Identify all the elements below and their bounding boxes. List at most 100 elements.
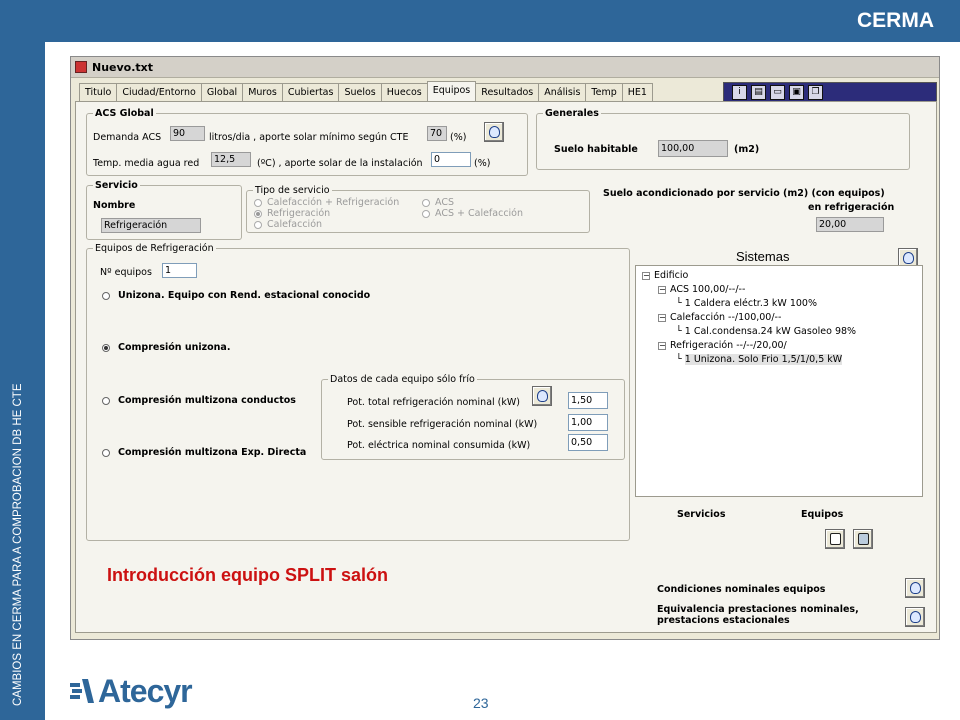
pot-total-input[interactable]: [568, 392, 608, 409]
option-unizona-conocido-label: Unizona. Equipo con Rend. estacional con…: [118, 290, 371, 301]
tab-cubiertas[interactable]: Cubiertas: [281, 83, 340, 101]
temp-agua-suffix: (ºC) , aporte solar de la instalación: [257, 158, 423, 169]
tab-muros[interactable]: Muros: [242, 83, 283, 101]
pot-electrica-input[interactable]: [568, 434, 608, 451]
delete-equipo-icon[interactable]: [853, 529, 873, 549]
tab-analisis[interactable]: Análisis: [538, 83, 587, 101]
tipo-calef-refrig-label: Calefacción + Refrigeración: [267, 197, 400, 208]
tab-ciudad-entorno[interactable]: Ciudad/Entorno: [116, 83, 202, 101]
side-title: CAMBIOS EN CERMA PARA A COMPROBACION DB …: [12, 383, 24, 707]
pot-total-label: Pot. total refrigeración nominal (kW): [347, 397, 520, 408]
save-icon[interactable]: ▣: [789, 85, 804, 100]
tipo-calef-label: Calefacción: [267, 219, 323, 230]
pot-sensible-label: Pot. sensible refrigeración nominal (kW): [347, 419, 538, 430]
option-unizona-conocido-radio[interactable]: [102, 292, 110, 300]
window-titlebar: Nuevo.txt: [71, 57, 939, 78]
demanda-acs-label: Demanda ACS: [93, 132, 162, 143]
brand-title: CERMA: [857, 9, 934, 32]
tipo-refrig-radio[interactable]: [254, 210, 262, 218]
acs-global-title: ACS Global: [95, 108, 154, 119]
atecyr-logo: Atecyr: [70, 672, 193, 709]
datos-equipo-title: Datos de cada equipo sólo frío: [330, 374, 475, 385]
tree-node-calefaccion[interactable]: − Calefacción --/100,00/--: [658, 312, 781, 323]
equivalencia-label-1: Equivalencia prestaciones nominales,: [657, 604, 859, 615]
datos-help-bulb-icon[interactable]: [532, 386, 552, 406]
tipo-calef-radio[interactable]: [254, 221, 262, 229]
tree-node-acs-equipo[interactable]: └ 1 Caldera eléctr.3 kW 100%: [676, 298, 817, 309]
tab-resultados[interactable]: Resultados: [475, 83, 540, 101]
info-icon[interactable]: i: [732, 85, 747, 100]
suelo-habitable-input[interactable]: [658, 140, 728, 157]
slide-top-bar: [0, 0, 960, 42]
toolbar: i ▤ ▭ ▣ ❐: [723, 82, 937, 103]
servicio-title: Servicio: [95, 180, 138, 191]
num-equipos-label: Nº equipos: [100, 267, 152, 278]
tipo-acs-calef-label: ACS + Calefacción: [435, 208, 524, 219]
tree-node-acs[interactable]: − ACS 100,00/--/--: [658, 284, 745, 295]
option-multizona-expdirecta-radio[interactable]: [102, 449, 110, 457]
demanda-acs-input[interactable]: [170, 126, 205, 141]
tree-node-calefaccion-equipo[interactable]: └ 1 Cal.condensa.24 kW Gasoleo 98%: [676, 326, 856, 337]
en-refrigeracion-label: en refrigeración: [808, 202, 895, 213]
help-bulb-icon[interactable]: [484, 122, 504, 142]
tab-bar: Titulo Ciudad/Entorno Global Muros Cubie…: [79, 81, 653, 101]
tipo-servicio-title: Tipo de servicio: [255, 185, 330, 196]
temp-agua-input[interactable]: [211, 152, 251, 167]
nombre-input[interactable]: [101, 218, 201, 233]
generales-title: Generales: [545, 108, 599, 119]
tree-node-edificio[interactable]: − Edificio: [642, 270, 688, 281]
option-multizona-expdirecta-label: Compresión multizona Exp. Directa: [118, 447, 307, 458]
tipo-acs-calef-radio[interactable]: [422, 210, 430, 218]
aporte-instalacion-input[interactable]: [431, 152, 471, 167]
tipo-acs-label: ACS: [435, 197, 454, 208]
equivalencia-label-2: prestacions estacionales: [657, 615, 790, 626]
suelo-habitable-label: Suelo habitable: [554, 144, 638, 155]
atecyr-logo-text: Atecyr: [98, 672, 193, 709]
equivalencia-help-bulb-icon[interactable]: [905, 607, 925, 627]
tab-equipos[interactable]: Equipos: [426, 81, 477, 101]
option-compresion-unizona-radio[interactable]: [102, 344, 110, 352]
tipo-acs-radio[interactable]: [422, 199, 430, 207]
tipo-calef-refrig-radio[interactable]: [254, 199, 262, 207]
collapse-icon[interactable]: −: [658, 285, 666, 294]
servicios-label: Servicios: [677, 509, 726, 520]
tab-he1[interactable]: HE1: [621, 83, 653, 101]
window-icon[interactable]: ▭: [770, 85, 785, 100]
condiciones-help-bulb-icon[interactable]: [905, 578, 925, 598]
generales-group: Generales: [536, 108, 910, 170]
tab-temp[interactable]: Temp: [585, 83, 623, 101]
option-multizona-conductos-radio[interactable]: [102, 397, 110, 405]
num-equipos-input[interactable]: [162, 263, 197, 278]
window-title: Nuevo.txt: [92, 60, 154, 74]
copy-icon[interactable]: ❐: [808, 85, 823, 100]
page-number: 23: [473, 695, 489, 711]
sistemas-tree[interactable]: − Edificio − ACS 100,00/--/-- └ 1 Caldera …: [635, 265, 923, 497]
percent-label-1: (%): [450, 132, 467, 143]
option-compresion-unizona-label: Compresión unizona.: [118, 342, 231, 353]
tab-suelos[interactable]: Suelos: [338, 83, 382, 101]
document-icon[interactable]: ▤: [751, 85, 766, 100]
tab-huecos[interactable]: Huecos: [380, 83, 428, 101]
sistemas-title: Sistemas: [736, 249, 790, 264]
collapse-icon[interactable]: −: [642, 271, 650, 280]
tree-node-refrigeracion-equipo[interactable]: └ 1 Unizona. Solo Frio 1,5/1/0,5 kW: [676, 354, 843, 365]
m2-unit-label: (m2): [734, 144, 760, 155]
tree-node-refrigeracion[interactable]: − Refrigeración --/--/20,00/: [658, 340, 787, 351]
condiciones-nominales-label: Condiciones nominales equipos: [657, 584, 826, 595]
nombre-label: Nombre: [93, 200, 136, 211]
collapse-icon[interactable]: −: [658, 341, 666, 350]
suelo-acondicionado-input[interactable]: [816, 217, 884, 232]
app-icon: [75, 61, 87, 73]
percent-label-2: (%): [474, 158, 491, 169]
option-multizona-conductos-label: Compresión multizona conductos: [118, 395, 296, 406]
demanda-acs-suffix: litros/dia , aporte solar mínimo según C…: [209, 132, 409, 143]
pot-sensible-input[interactable]: [568, 414, 608, 431]
collapse-icon[interactable]: −: [658, 313, 666, 322]
suelo-acondicionado-label: Suelo acondicionado por servicio (m2) (c…: [603, 188, 885, 199]
aporte-minimo-input[interactable]: [427, 126, 447, 141]
edit-equipo-icon[interactable]: [825, 529, 845, 549]
tab-titulo[interactable]: Titulo: [79, 83, 118, 101]
tab-global[interactable]: Global: [200, 83, 244, 101]
annotation-text: Introducción equipo SPLIT salón: [107, 565, 389, 585]
tipo-refrig-label: Refrigeración: [267, 208, 331, 219]
